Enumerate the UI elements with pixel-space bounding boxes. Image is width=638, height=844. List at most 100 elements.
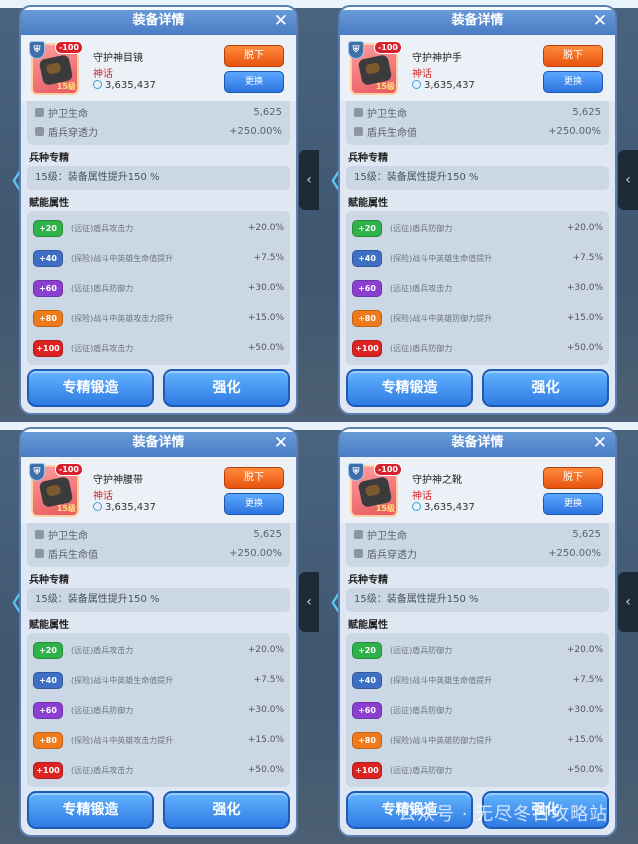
stat-label: 盾兵生命值 <box>367 128 417 139</box>
attribute-text: (探险)战斗中英雄防御力提升 <box>390 313 493 323</box>
attribute-row: +40 (探险)战斗中英雄生命值提升 +7.5% <box>352 665 603 695</box>
attribute-tier-badge: +80 <box>352 309 382 327</box>
replace-button[interactable]: 更换 <box>224 71 284 93</box>
power-icon <box>412 80 421 89</box>
unequip-button[interactable]: 脱下 <box>224 467 284 489</box>
rarity-label: 神话 <box>93 69 113 80</box>
equipment-view: 〈 ‹ 装备详情 ✕ ⛨ -100 15级 守护神护手 神话 3,635,437… <box>319 0 638 422</box>
attribute-tier-badge: +60 <box>352 701 382 719</box>
attribute-value: +7.5% <box>253 253 284 263</box>
attribute-value: +50.0% <box>247 765 284 775</box>
equipment-icon: ⛨ -100 15级 <box>29 463 83 517</box>
power-number: 3,635,437 <box>105 80 156 91</box>
equipment-view: 〈 ‹ 装备详情 ✕ ⛨ -100 15级 守护神目镜 神话 3,635,437… <box>0 0 319 422</box>
power-number: 3,635,437 <box>424 80 475 91</box>
stat-value: +250.00% <box>229 126 282 137</box>
attribute-list: +20 (远征)盾兵防御力 +20.0% +40 (探险)战斗中英雄生命值提升 +7.5%… <box>346 211 609 365</box>
attribute-tier-badge: +100 <box>352 761 382 779</box>
replace-button[interactable]: 更换 <box>543 71 603 93</box>
attribute-text: (远征)盾兵防御力 <box>390 765 453 775</box>
close-icon[interactable]: ✕ <box>593 429 607 457</box>
attribute-tier-badge: +20 <box>352 641 382 659</box>
attribute-tier-badge: +40 <box>352 671 382 689</box>
item-summary: ⛨ -100 15级 守护神目镜 神话 3,635,437 脱下 更换 <box>21 35 296 101</box>
stat-label: 护卫生命 <box>48 109 88 120</box>
enhance-button[interactable]: 强化 <box>482 369 609 407</box>
watermark-text: 公众号 · 无尽冬日攻略站 <box>398 804 609 825</box>
panel-header: 装备详情 ✕ <box>340 429 615 457</box>
attribute-list: +20 (远征)盾兵防御力 +20.0% +40 (探险)战斗中英雄生命值提升 +7.5%… <box>346 633 609 787</box>
action-bar: 专精锻造 强化 <box>27 791 290 829</box>
unequip-button[interactable]: 脱下 <box>224 45 284 67</box>
attr-section-title: 赋能属性 <box>29 198 69 209</box>
snow-decoration <box>340 7 615 10</box>
back-arrow-icon[interactable]: 〈 <box>0 170 22 196</box>
upgrade-badge: -100 <box>373 41 402 54</box>
back-arrow-icon[interactable]: 〈 <box>0 592 22 618</box>
stat-row: 护卫生命 5,625 <box>35 525 282 544</box>
back-arrow-icon[interactable]: 〈 <box>319 592 341 618</box>
attribute-text: (远征)盾兵防御力 <box>390 645 453 655</box>
side-collapse-tab[interactable]: ‹ <box>299 572 319 632</box>
side-collapse-tab[interactable]: ‹ <box>618 572 638 632</box>
attribute-tier-badge: +60 <box>33 701 63 719</box>
equipment-icon: ⛨ -100 15级 <box>29 41 83 95</box>
back-arrow-icon[interactable]: 〈 <box>319 170 341 196</box>
stat-value: 5,625 <box>253 107 282 118</box>
attribute-tier-badge: +60 <box>352 279 382 297</box>
attribute-value: +30.0% <box>247 283 284 293</box>
unequip-button[interactable]: 脱下 <box>543 45 603 67</box>
stat-row: 盾兵生命值 +250.00% <box>35 544 282 563</box>
close-icon[interactable]: ✕ <box>593 7 607 35</box>
attribute-value: +15.0% <box>566 313 603 323</box>
replace-button[interactable]: 更换 <box>224 493 284 515</box>
guard-icon <box>35 530 44 539</box>
stat-label: 盾兵穿透力 <box>48 128 98 139</box>
attribute-text: (探险)战斗中英雄生命值提升 <box>390 253 493 263</box>
attribute-row: +40 (探险)战斗中英雄生命值提升 +7.5% <box>352 243 603 273</box>
attribute-text: (远征)盾兵防御力 <box>390 223 453 233</box>
side-collapse-tab[interactable]: ‹ <box>299 150 319 210</box>
level-label: 15级 <box>375 82 395 91</box>
item-summary: ⛨ -100 15级 守护神腰带 神话 3,635,437 脱下 更换 <box>21 457 296 523</box>
spec-description: 15级：装备属性提升150 % <box>27 166 290 190</box>
item-name: 守护神目镜 <box>93 53 143 64</box>
attribute-row: +80 (探险)战斗中英雄攻击力提升 +15.0% <box>33 303 284 333</box>
shield-icon: ⛨ <box>29 41 45 59</box>
forge-button[interactable]: 专精锻造 <box>27 369 154 407</box>
forge-button[interactable]: 专精锻造 <box>346 369 473 407</box>
stat-value: +250.00% <box>548 126 601 137</box>
attribute-text: (远征)盾兵攻击力 <box>71 645 134 655</box>
unequip-button[interactable]: 脱下 <box>543 467 603 489</box>
attribute-text: (探险)战斗中英雄防御力提升 <box>390 735 493 745</box>
enhance-button[interactable]: 强化 <box>163 791 290 829</box>
side-collapse-tab[interactable]: ‹ <box>618 150 638 210</box>
guard-icon <box>354 530 363 539</box>
equipment-icon: ⛨ -100 15级 <box>348 463 402 517</box>
stat-label: 盾兵生命值 <box>48 550 98 561</box>
stat-label: 护卫生命 <box>367 531 407 542</box>
attribute-row: +60 (远征)盾兵攻击力 +30.0% <box>352 273 603 303</box>
attribute-row: +100 (远征)盾兵防御力 +50.0% <box>352 333 603 363</box>
shield-stat-icon <box>354 549 363 558</box>
panel-title: 装备详情 <box>451 435 504 450</box>
attribute-row: +60 (远征)盾兵防御力 +30.0% <box>33 695 284 725</box>
close-icon[interactable]: ✕ <box>274 7 288 35</box>
replace-button[interactable]: 更换 <box>543 493 603 515</box>
attribute-value: +15.0% <box>566 735 603 745</box>
upgrade-badge: -100 <box>373 463 402 476</box>
power-icon <box>412 502 421 511</box>
forge-button[interactable]: 专精锻造 <box>27 791 154 829</box>
attribute-tier-badge: +40 <box>33 671 63 689</box>
close-icon[interactable]: ✕ <box>274 429 288 457</box>
panel-header: 装备详情 ✕ <box>340 7 615 35</box>
enhance-button[interactable]: 强化 <box>163 369 290 407</box>
stat-row: 盾兵穿透力 +250.00% <box>35 122 282 141</box>
stat-value: 5,625 <box>572 529 601 540</box>
item-name: 守护神腰带 <box>93 475 143 486</box>
attribute-row: +20 (远征)盾兵防御力 +20.0% <box>352 213 603 243</box>
panel-header: 装备详情 ✕ <box>21 7 296 35</box>
attribute-tier-badge: +60 <box>33 279 63 297</box>
attribute-text: (远征)盾兵攻击力 <box>390 283 453 293</box>
attribute-text: (探险)战斗中英雄生命值提升 <box>71 675 174 685</box>
